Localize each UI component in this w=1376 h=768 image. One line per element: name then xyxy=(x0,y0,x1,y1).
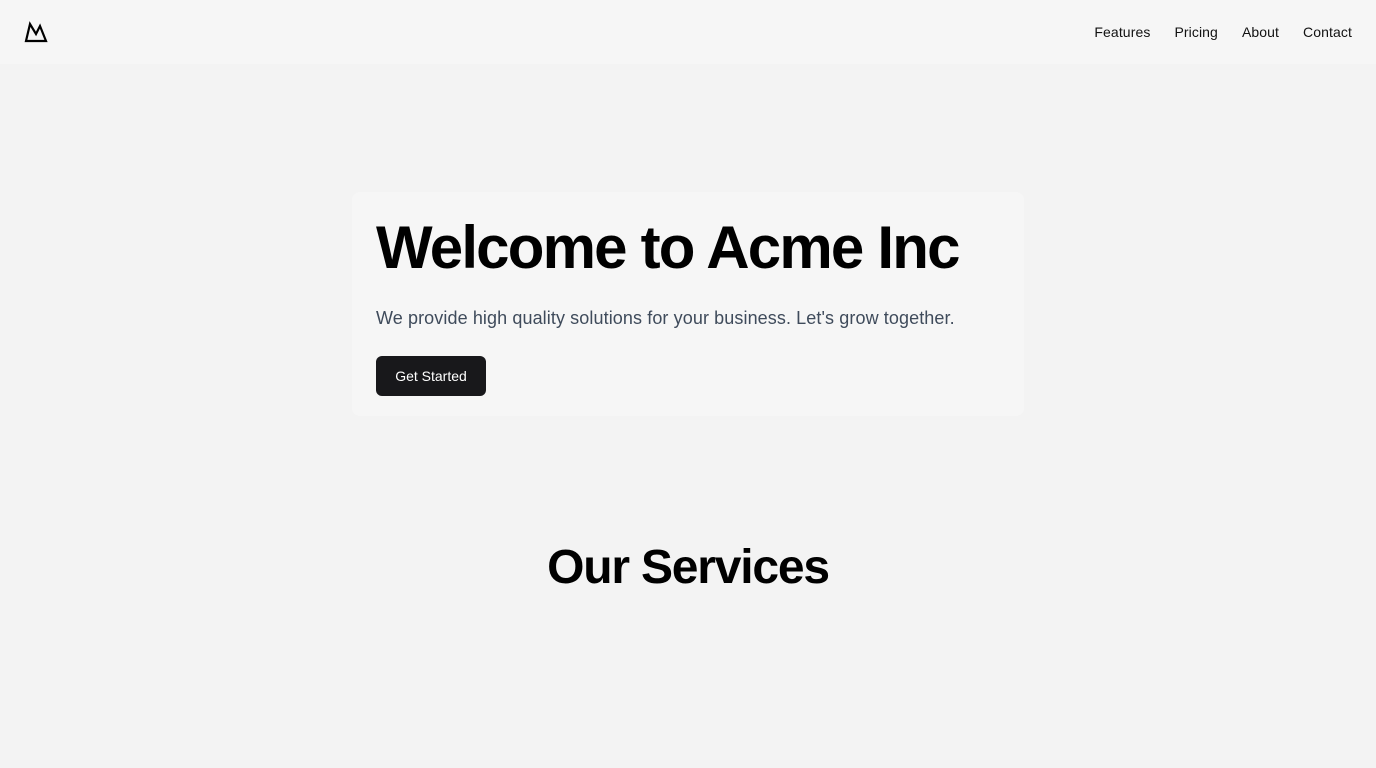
nav-link-pricing[interactable]: Pricing xyxy=(1174,22,1218,42)
nav-link-contact[interactable]: Contact xyxy=(1303,22,1352,42)
site-header: Features Pricing About Contact xyxy=(0,0,1376,64)
get-started-button[interactable]: Get Started xyxy=(376,356,486,396)
hero-title: Welcome to Acme Inc xyxy=(376,214,960,281)
primary-navigation: Features Pricing About Contact xyxy=(1094,22,1352,42)
hero-subtitle: We provide high quality solutions for yo… xyxy=(376,308,955,328)
nav-link-about[interactable]: About xyxy=(1242,22,1279,42)
mountain-logo-icon[interactable] xyxy=(24,20,48,44)
services-heading: Our Services xyxy=(547,541,830,594)
hero-card: Welcome to Acme Inc We provide high qual… xyxy=(352,192,1024,416)
nav-link-features[interactable]: Features xyxy=(1094,22,1150,42)
